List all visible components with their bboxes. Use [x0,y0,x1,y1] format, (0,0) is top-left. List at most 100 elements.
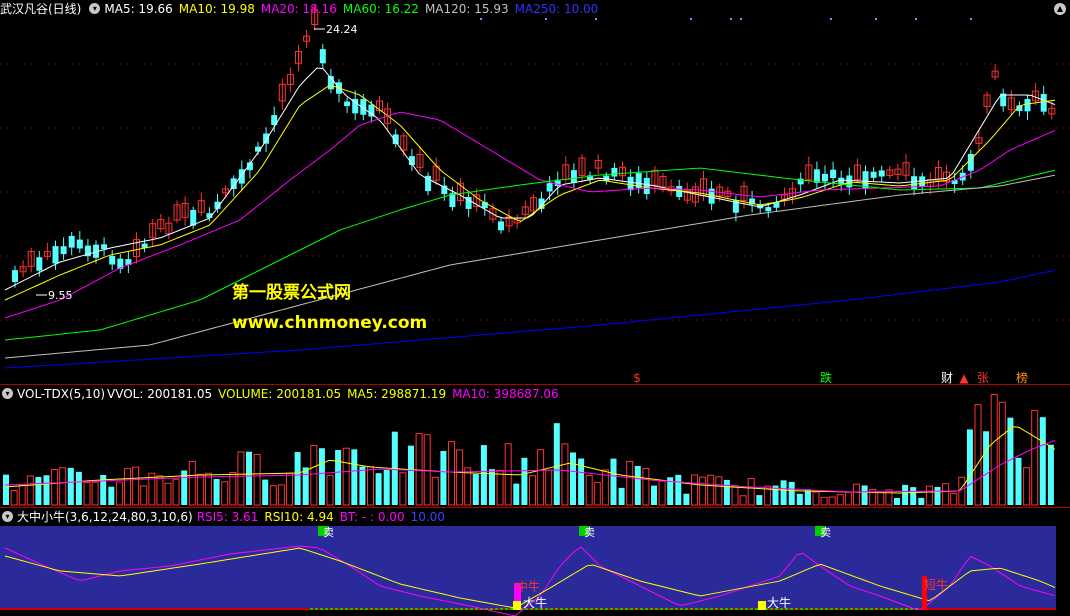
value-label: 10.00 [410,510,445,524]
volume-bar-down [683,493,690,505]
candle-down [319,49,326,64]
volume-header: ▾ VOL-TDX(5,10) VVOL: 200181.05 VOLUME: 200… [0,385,1070,403]
collapse-icon[interactable]: ▾ [2,511,13,522]
volume-bar-up [691,474,698,506]
big-bull-bar [513,601,521,610]
volume-bar-up [561,443,569,506]
volume-bar-down [788,481,795,505]
volume-bar-down [408,445,414,505]
volume-bar-up [885,489,893,506]
watermark-url: www.chnmoney.com [232,313,428,333]
volume-bar-up [812,491,820,506]
sell-signal: 卖 [584,526,595,539]
ma10-line [4,85,1056,301]
volume-bar-up [739,495,747,506]
price-panel[interactable]: 24.24 9.55 $ 跌 财 ▲ 张 榜 武汉凡谷(日线) ▾ MA5: 19.66 MA10:… [0,0,1070,384]
volume-bar-up [221,481,229,506]
vvol-label: VVOL: 200181.05 [107,387,213,401]
volume-bar-up [18,484,26,506]
volume-bar-up [59,467,67,506]
ma60-line [4,167,1056,341]
volume-bar-up [286,472,293,506]
volume-bar-up [844,491,852,506]
volume-bar-up [731,485,739,506]
candle-down [109,255,116,265]
chevron-up-icon[interactable]: ▲ [1054,3,1066,15]
event-marker: 张 [977,371,989,384]
volume-bar-up [140,485,148,506]
candlestick-chart[interactable]: 24.24 9.55 $ 跌 财 ▲ 张 榜 [0,0,1070,384]
candle-down [52,246,59,264]
event-dot [595,18,597,20]
volume-bar-up [10,489,18,506]
volume-bar-up [990,394,998,506]
volume-bar-up [715,476,723,506]
ma250-label: MA250: 10.00 [514,2,599,16]
volume-bar-down [489,469,495,505]
event-dot [545,18,547,20]
indicator-panel[interactable]: 卖卖卖中牛 大牛 大牛 短牛 ▾ 大中小牛(3,6,12,24,80,3,10,6) RS… [0,508,1070,616]
big-bull-signal: 大牛 [767,595,791,610]
candle-down [830,169,837,179]
event-dot [740,18,742,20]
volume-bar-down [861,485,868,505]
volume-bar-up [188,460,196,506]
volume-bar-down [262,479,269,505]
volume-bar-down [521,457,528,505]
vol-name[interactable]: VOL-TDX(5,10) [17,387,105,401]
collapse-icon[interactable]: ▾ [89,3,101,14]
stock-name[interactable]: 武汉凡谷(日线) [0,2,81,16]
volume-bar-up [229,472,237,506]
volume-bar-down [651,485,657,505]
volume-bar-up [164,482,172,506]
volume-bar-up [172,478,180,506]
ma60-label: MA60: 16.22 [342,2,419,16]
volume-bar-up [820,496,828,506]
volume-bar-down [634,465,641,505]
indicator-name[interactable]: 大中小牛(3,6,12,24,80,3,10,6) [17,510,193,524]
indicator-header: ▾ 大中小牛(3,6,12,24,80,3,10,6) RSI5: 3.61 RSI1… [0,508,1070,526]
volume-bar-down [723,479,730,505]
volume-bar-down [213,479,220,505]
volume-bar-down [35,476,42,505]
volume-bar-up [237,451,245,506]
high-price-label: 24.24 [326,23,358,36]
volume-bar-down [780,480,787,505]
ma250-line [4,269,1056,369]
volume-bar-up [269,485,277,506]
candle-down [878,170,885,177]
collapse-icon[interactable]: ▾ [2,388,13,399]
volume-bar-up [132,466,140,506]
volume-bar-down [618,487,625,505]
volume-bar-up [326,474,334,506]
volume-bar-up [205,472,212,506]
event-dot [915,18,917,20]
volume-bar-up [342,447,350,506]
volume-bar-up [196,473,204,506]
volume-bar-up [537,449,545,506]
volume-chart[interactable] [0,385,1070,507]
volume-bar-down [983,431,990,505]
volume-bar-up [747,477,755,506]
candle-down [76,239,83,249]
candle-down [546,183,553,192]
volume-panel[interactable]: ▾ VOL-TDX(5,10) VVOL: 200181.05 VOLUME: 200… [0,385,1070,507]
volume-bar-down [918,497,925,505]
volume-bar-down [318,448,325,505]
volume-bar-up [925,485,933,506]
event-marker: 跌 [820,370,832,384]
volume-bar-up [115,481,123,506]
volume-bar-up [156,475,164,506]
volume-bar-down [675,474,682,505]
volume-bar-up [974,404,982,506]
volume-bar-down [894,498,900,505]
volume-bar-up [707,474,715,506]
volume-bar-up [423,434,431,506]
volume-bar-down [480,445,487,505]
event-dot [690,18,692,20]
candle-down [870,171,877,178]
mid-bull-signal: 中牛 [516,579,540,594]
event-dot [480,18,482,20]
event-marker: 榜 [1016,370,1028,384]
volume-bar-up [26,475,34,506]
